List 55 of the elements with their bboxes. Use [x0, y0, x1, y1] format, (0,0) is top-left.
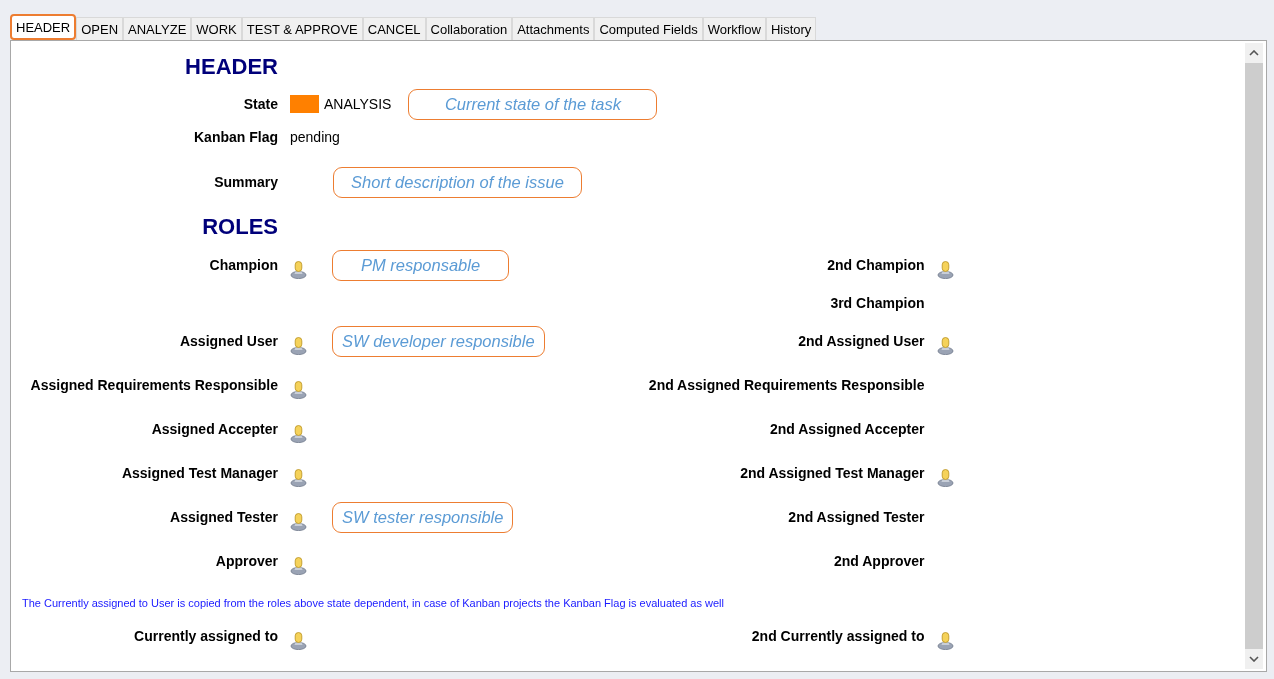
scroll-down-icon[interactable] — [1249, 656, 1259, 662]
field-label: Assigned Accepter — [151, 421, 278, 437]
tab[interactable]: Attachments — [512, 17, 595, 40]
field-label: 2nd Assigned Test Manager — [740, 465, 925, 481]
tab[interactable]: CANCEL — [362, 17, 426, 40]
scroll-up-icon[interactable] — [1249, 50, 1259, 56]
tab[interactable]: TEST & APPROVE — [241, 17, 363, 40]
field-label: Assigned Requirements Responsible — [30, 377, 278, 393]
tab[interactable]: Computed Fields — [594, 17, 703, 40]
field-label: Currently assigned to — [134, 628, 278, 644]
tab[interactable]: ANALYZE — [123, 17, 192, 40]
field-label: 3rd Champion — [830, 295, 925, 311]
callout: SW developer responsible — [332, 325, 545, 357]
user-icon[interactable] — [936, 335, 954, 355]
state-value: ANALYSIS — [324, 96, 392, 112]
field-label: 2nd Currently assigned to — [751, 628, 925, 644]
field-label: 2nd Assigned Accepter — [769, 421, 925, 437]
field-label: Summary — [214, 174, 278, 190]
field-label: 2nd Assigned Requirements Responsible — [648, 377, 925, 393]
user-icon[interactable] — [290, 423, 307, 443]
user-icon[interactable] — [936, 467, 954, 487]
field-label: Assigned Test Manager — [121, 465, 278, 481]
field-value: pending — [290, 129, 340, 145]
user-icon[interactable] — [290, 335, 307, 355]
user-icon[interactable] — [936, 259, 954, 279]
callout: PM responsable — [332, 249, 509, 281]
section-title: HEADER — [185, 54, 278, 80]
section-title: ROLES — [202, 214, 278, 240]
user-icon[interactable] — [290, 555, 307, 575]
tab[interactable]: History — [765, 17, 817, 40]
user-icon[interactable] — [290, 630, 307, 650]
field-label: 2nd Assigned User — [798, 333, 925, 349]
field-label: 2nd Assigned Tester — [788, 509, 925, 525]
field-label: State — [243, 96, 278, 112]
field-label: Assigned Tester — [170, 509, 278, 525]
user-icon[interactable] — [290, 467, 307, 487]
user-icon[interactable] — [290, 379, 307, 399]
tab[interactable]: OPEN — [76, 17, 124, 40]
tab[interactable]: Workflow — [702, 17, 766, 40]
callout: Short description of the issue — [333, 166, 582, 198]
user-icon[interactable] — [290, 511, 307, 531]
callout: Current state of the task — [408, 88, 658, 120]
field-label: 2nd Approver — [834, 553, 925, 569]
callout: SW tester responsible — [332, 501, 514, 533]
info-note: The Currently assigned to User is copied from the roles above state dependent, in case of Kanban projects the Kanban Flag is evaluated as well — [22, 597, 724, 609]
field-label: Champion — [209, 257, 278, 273]
field-label: 2nd Champion — [827, 257, 925, 273]
tab[interactable]: HEADER — [10, 14, 77, 40]
tab[interactable]: Collaboration — [425, 17, 513, 40]
field-label: Approver — [215, 553, 278, 569]
tab[interactable]: WORK — [191, 17, 242, 40]
user-icon[interactable] — [290, 259, 307, 279]
user-icon[interactable] — [936, 630, 954, 650]
field-label: Kanban Flag — [194, 129, 278, 145]
field-label: Assigned User — [179, 333, 278, 349]
